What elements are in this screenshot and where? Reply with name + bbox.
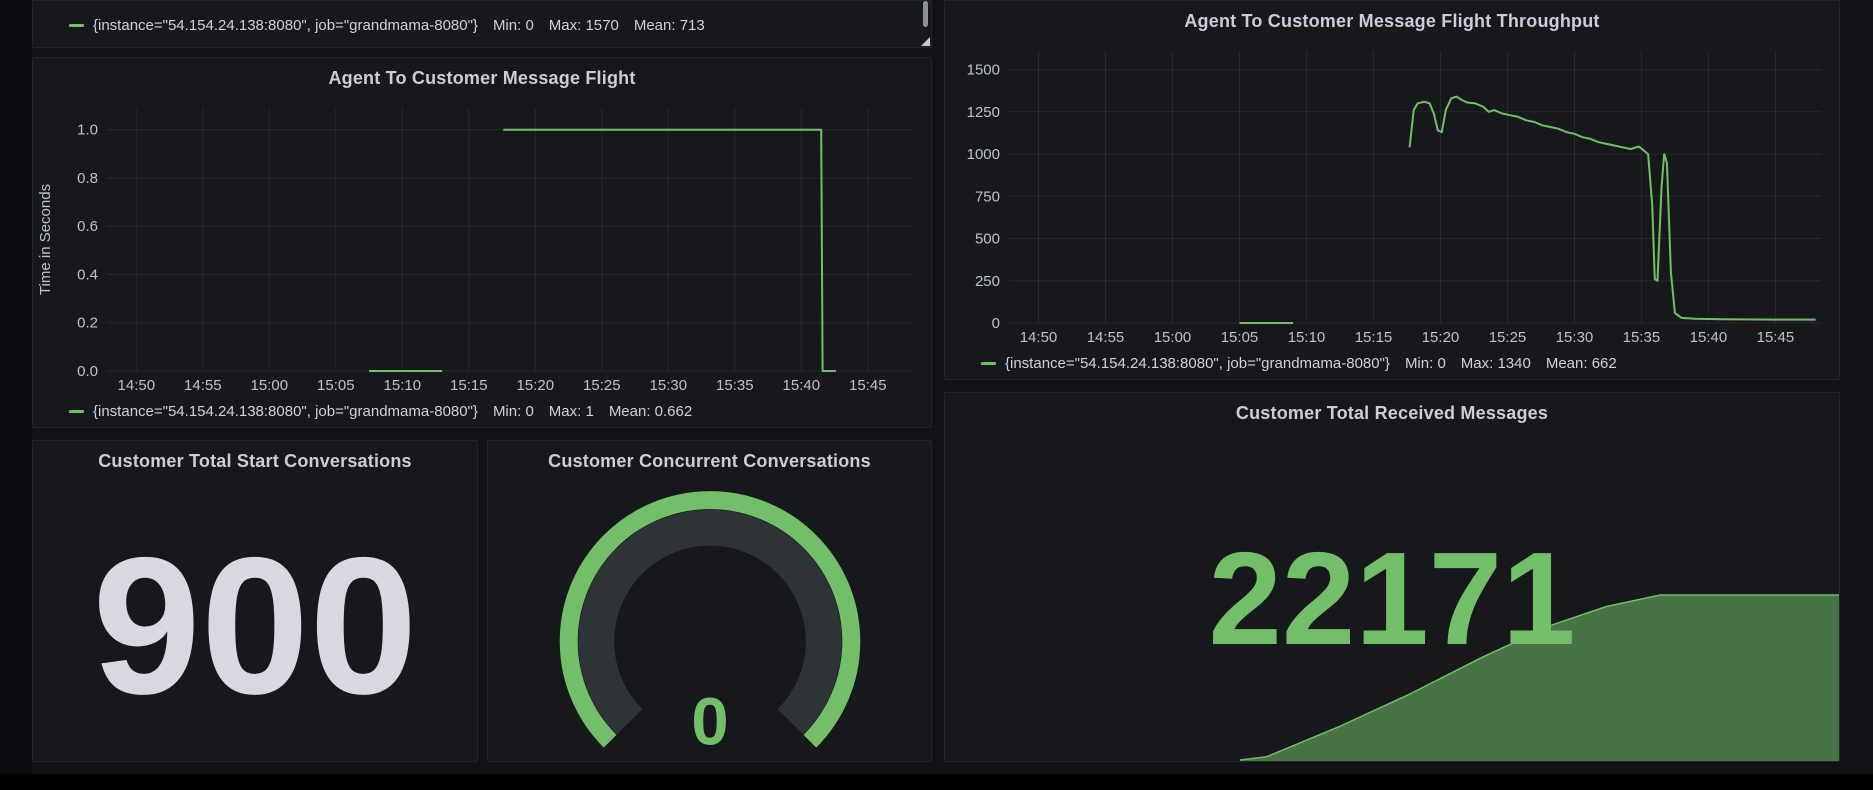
svg-text:15:25: 15:25 [1489, 329, 1527, 346]
svg-text:14:50: 14:50 [118, 377, 156, 394]
svg-text:15:05: 15:05 [1221, 329, 1259, 346]
panel-received-messages: Customer Total Received Messages 22171 [944, 392, 1840, 762]
svg-text:15:10: 15:10 [1288, 329, 1326, 346]
gauge-value: 0 [691, 684, 728, 759]
svg-text:15:35: 15:35 [1623, 329, 1661, 346]
stat-value: 900 [33, 529, 477, 724]
svg-text:14:55: 14:55 [1087, 329, 1125, 346]
legend-min: Min: 0 [493, 17, 534, 34]
svg-text:15:30: 15:30 [650, 377, 688, 394]
legend-mean: Mean: 0.662 [609, 403, 692, 420]
svg-text:0.2: 0.2 [77, 315, 98, 332]
panel-title[interactable]: Customer Total Received Messages [945, 393, 1839, 435]
svg-text:15:45: 15:45 [1757, 329, 1795, 346]
legend-row: {instance="54.154.24.138:8080", job="gra… [33, 11, 705, 39]
svg-text:0.0: 0.0 [77, 363, 98, 380]
panel-resize-handle[interactable] [921, 37, 930, 46]
panel-start-conversations: Customer Total Start Conversations 900 [32, 440, 478, 762]
svg-text:Time in Seconds: Time in Seconds [37, 184, 54, 295]
svg-text:15:15: 15:15 [1355, 329, 1393, 346]
svg-text:1250: 1250 [967, 104, 1000, 121]
svg-text:15:20: 15:20 [517, 377, 555, 394]
svg-text:0.4: 0.4 [77, 267, 98, 284]
svg-text:15:25: 15:25 [583, 377, 621, 394]
svg-text:15:15: 15:15 [450, 377, 488, 394]
svg-text:500: 500 [975, 231, 1000, 248]
stat-value: 22171 [945, 533, 1839, 665]
legend-mean: Mean: 713 [634, 17, 705, 34]
legend-row: {instance="54.154.24.138:8080", job="gra… [945, 349, 1839, 377]
panel-concurrent-conversations: Customer Concurrent Conversations 0 [487, 440, 932, 762]
panel-title[interactable]: Customer Concurrent Conversations [488, 441, 931, 483]
legend-max: Max: 1340 [1461, 355, 1531, 372]
svg-text:0.6: 0.6 [77, 218, 98, 235]
legend-row: {instance="54.154.24.138:8080", job="gra… [33, 397, 931, 425]
svg-text:15:30: 15:30 [1556, 329, 1594, 346]
svg-text:15:20: 15:20 [1422, 329, 1460, 346]
legend-series-name[interactable]: {instance="54.154.24.138:8080", job="gra… [93, 17, 478, 34]
panel-title[interactable]: Customer Total Start Conversations [33, 441, 477, 483]
svg-text:0: 0 [992, 315, 1000, 332]
panel-title[interactable]: Agent To Customer Message Flight [33, 58, 931, 100]
legend-series-name[interactable]: {instance="54.154.24.138:8080", job="gra… [1005, 355, 1390, 372]
legend-max: Max: 1 [549, 403, 594, 420]
panel-partial-top: {instance="54.154.24.138:8080", job="gra… [32, 0, 932, 48]
panel-title[interactable]: Agent To Customer Message Flight Through… [945, 1, 1839, 43]
svg-text:15:35: 15:35 [716, 377, 754, 394]
svg-text:15:40: 15:40 [1690, 329, 1728, 346]
series-color-dash-icon [69, 410, 84, 413]
legend-min: Min: 0 [1405, 355, 1446, 372]
svg-text:1000: 1000 [967, 146, 1000, 163]
svg-text:15:05: 15:05 [317, 377, 355, 394]
svg-text:15:40: 15:40 [783, 377, 821, 394]
svg-text:750: 750 [975, 188, 1000, 205]
throughput-line-chart[interactable]: 0 250 500 750 1000 1250 1500 14:50 14:55 15:00 15:… [945, 43, 1839, 349]
svg-text:1500: 1500 [967, 62, 1000, 79]
svg-text:15:10: 15:10 [384, 377, 422, 394]
series-color-dash-icon [69, 24, 84, 27]
bottom-bar [0, 774, 1873, 790]
svg-text:15:00: 15:00 [251, 377, 289, 394]
svg-text:14:50: 14:50 [1020, 329, 1058, 346]
flight-line-chart[interactable]: 0.0 0.2 0.4 0.6 0.8 1.0 14:50 14:55 15:00 15:05 15… [33, 100, 931, 397]
legend-mean: Mean: 662 [1546, 355, 1617, 372]
svg-text:14:55: 14:55 [184, 377, 222, 394]
panel-message-flight: Agent To Customer Message Flight 0.00.20… [32, 57, 932, 428]
panel-flight-throughput: Agent To Customer Message Flight Through… [944, 0, 1840, 380]
legend-min: Min: 0 [493, 403, 534, 420]
page-left-edge [0, 0, 32, 774]
series-color-dash-icon [981, 362, 996, 365]
svg-text:15:00: 15:00 [1154, 329, 1192, 346]
svg-text:15:45: 15:45 [849, 377, 887, 394]
legend-series-name[interactable]: {instance="54.154.24.138:8080", job="gra… [93, 403, 478, 420]
svg-text:0.8: 0.8 [77, 170, 98, 187]
legend-max: Max: 1570 [549, 17, 619, 34]
gauge: 0 [540, 483, 880, 759]
legend-scrollbar[interactable] [923, 1, 928, 27]
svg-text:250: 250 [975, 273, 1000, 290]
grafana-dashboard: {instance="54.154.24.138:8080", job="gra… [0, 0, 1873, 790]
svg-text:1.0: 1.0 [77, 122, 98, 139]
